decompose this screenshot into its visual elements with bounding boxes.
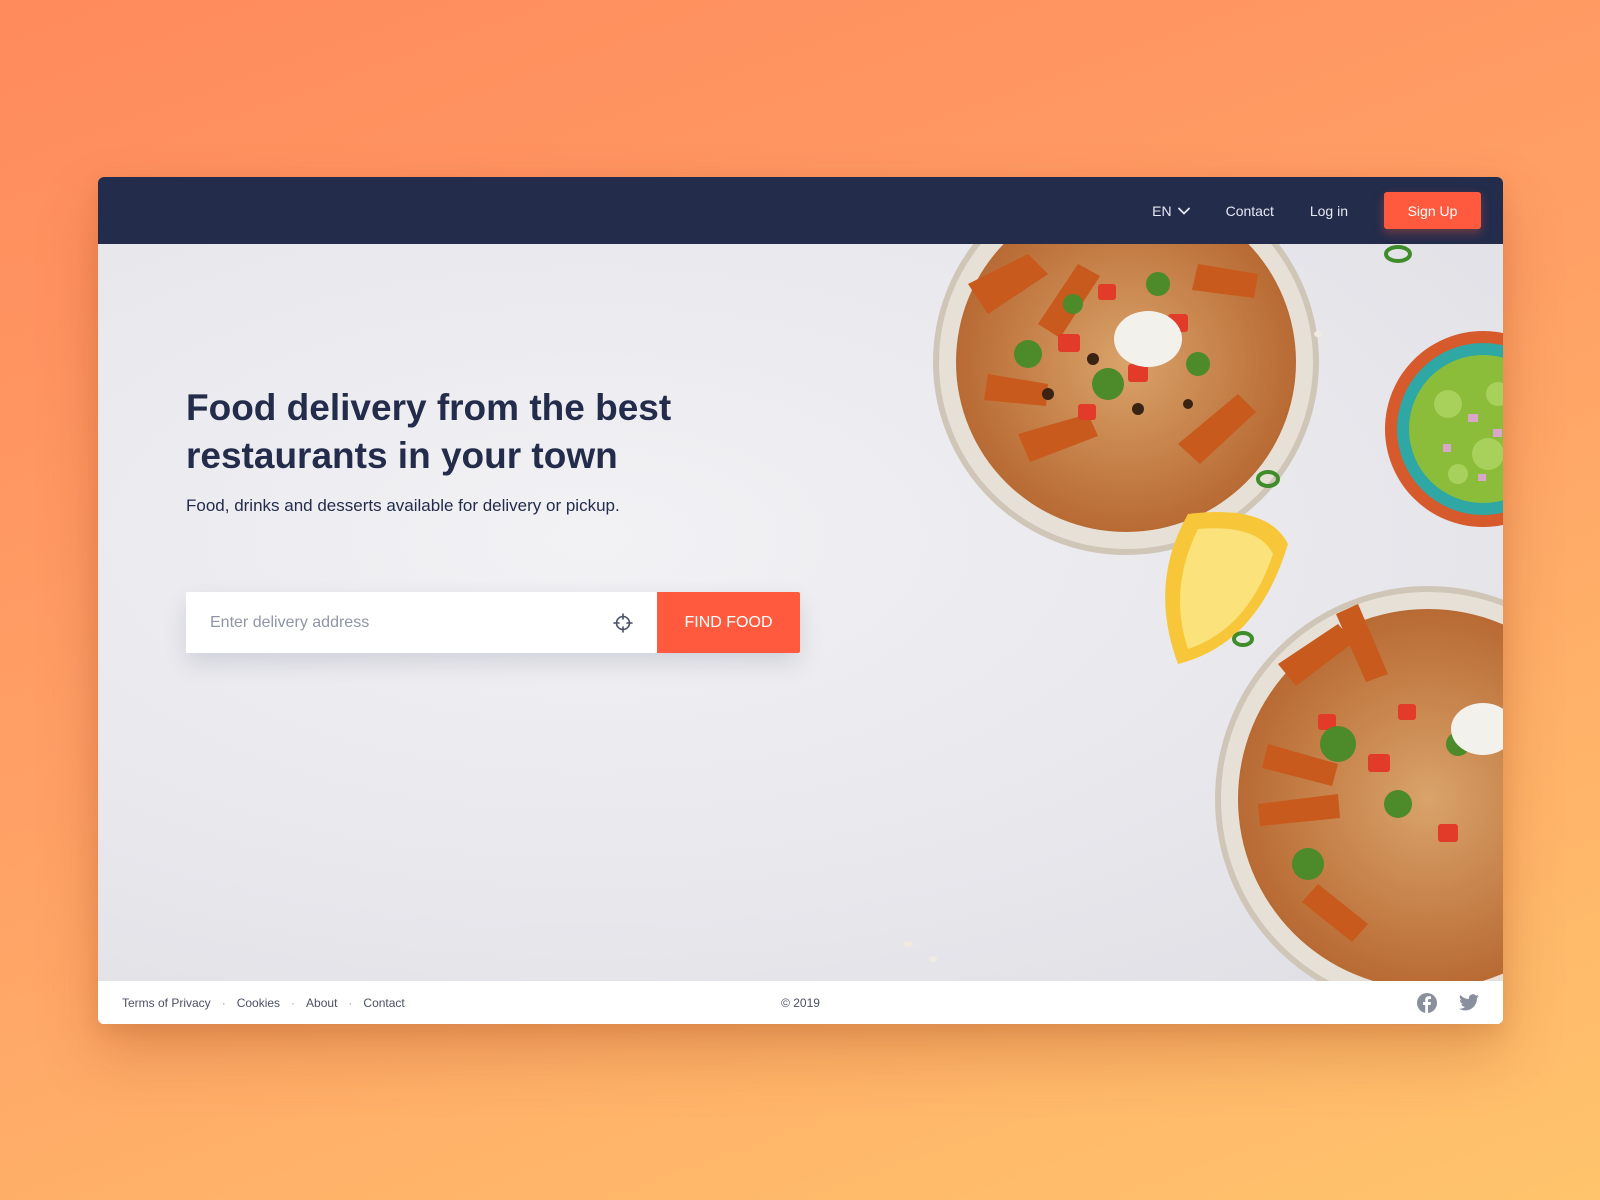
footer-links: Terms of Privacy · Cookies · About · Con…	[122, 996, 405, 1010]
browser-window: EN Contact Log in Sign Up Food delivery …	[98, 177, 1503, 1024]
nav-contact-link[interactable]: Contact	[1226, 203, 1274, 219]
footer: Terms of Privacy · Cookies · About · Con…	[98, 981, 1503, 1024]
find-food-button[interactable]: FIND FOOD	[657, 592, 800, 653]
top-navbar: EN Contact Log in Sign Up	[98, 177, 1503, 244]
hero-title: Food delivery from the best restaurants …	[186, 387, 672, 476]
social-links	[1417, 992, 1479, 1013]
footer-link-about[interactable]: About	[306, 996, 337, 1010]
nav-login-link[interactable]: Log in	[1310, 203, 1348, 219]
food-photo	[903, 244, 1503, 981]
hero-section: Food delivery from the best restaurants …	[98, 244, 1503, 981]
twitter-icon[interactable]	[1459, 994, 1479, 1011]
crosshair-icon[interactable]	[613, 612, 633, 633]
address-search-box	[186, 592, 657, 653]
lemon-slice	[1165, 512, 1288, 664]
top-bowl	[933, 244, 1319, 555]
guacamole-bowl	[1385, 331, 1503, 527]
bottom-bowl	[1215, 586, 1503, 981]
footer-separator: ·	[221, 995, 226, 1010]
address-search: FIND FOOD	[186, 592, 800, 653]
facebook-icon[interactable]	[1417, 992, 1437, 1013]
chevron-down-icon	[1177, 207, 1190, 215]
delivery-address-input[interactable]	[210, 613, 590, 632]
language-selector[interactable]: EN	[1152, 202, 1190, 219]
footer-link-terms[interactable]: Terms of Privacy	[122, 996, 211, 1010]
language-label: EN	[1152, 202, 1172, 219]
hero-subtitle: Food, drinks and desserts available for …	[186, 496, 620, 515]
footer-link-contact[interactable]: Contact	[363, 996, 404, 1010]
footer-separator: ·	[291, 995, 296, 1010]
signup-button[interactable]: Sign Up	[1384, 192, 1481, 229]
footer-separator: ·	[348, 995, 353, 1010]
footer-link-cookies[interactable]: Cookies	[237, 996, 280, 1010]
